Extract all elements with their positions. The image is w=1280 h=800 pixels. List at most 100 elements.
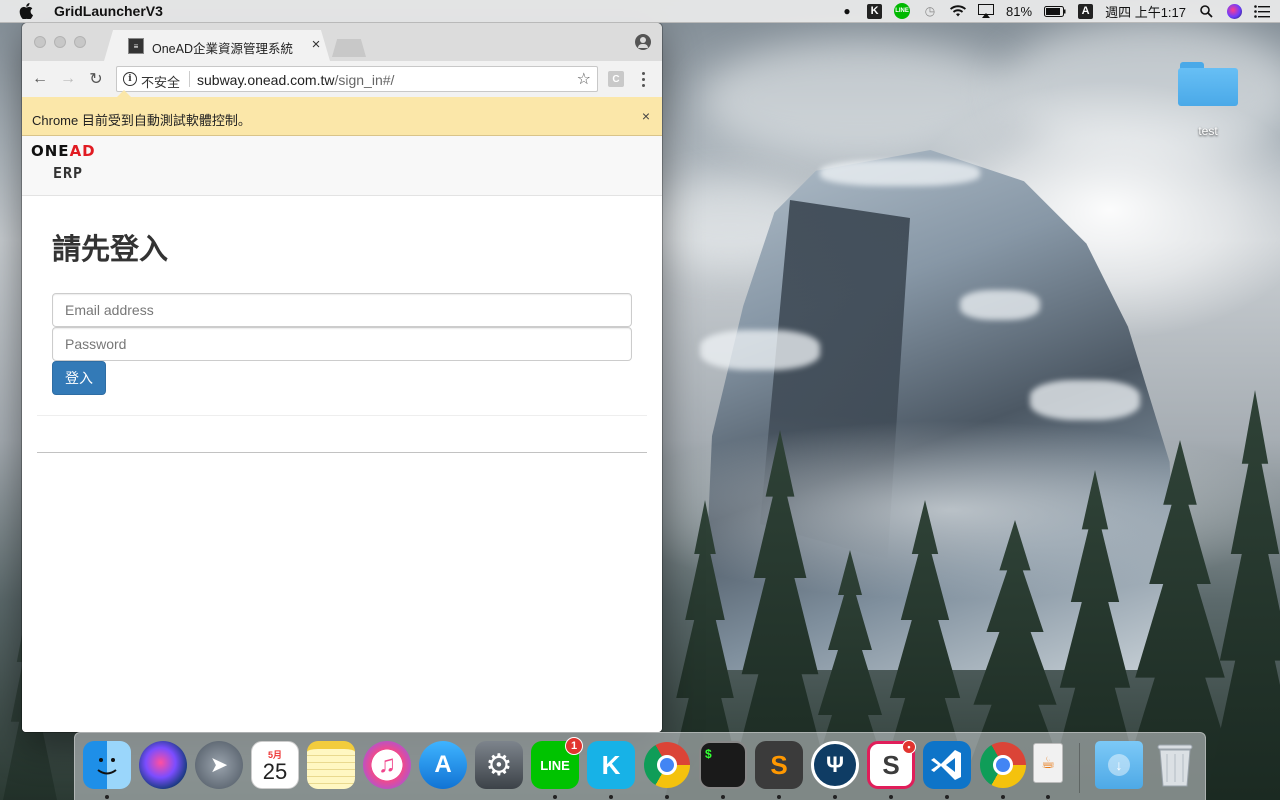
running-indicator xyxy=(609,795,613,799)
site-header: ONEAD ERP xyxy=(22,136,662,196)
dock-trash[interactable] xyxy=(1151,741,1199,789)
tab-close-icon[interactable]: × xyxy=(308,35,324,53)
chrome-logo-icon xyxy=(644,742,690,788)
new-tab-button[interactable] xyxy=(332,39,366,57)
notification-badge: • xyxy=(902,740,916,754)
notification-center-icon[interactable] xyxy=(1254,3,1270,19)
wifi-icon[interactable] xyxy=(950,3,967,19)
apple-menu-icon[interactable] xyxy=(18,2,34,20)
running-indicator xyxy=(889,795,893,799)
running-indicator xyxy=(1001,795,1005,799)
footer-divider xyxy=(37,452,647,453)
chrome-logo-icon xyxy=(980,742,1026,788)
reload-icon[interactable]: ↻ xyxy=(86,69,106,89)
menu-bar: GridLauncherV3 ● K LINE ◷ 81% A 週四 上午1:1… xyxy=(0,0,1280,23)
dock-java[interactable]: ☕ xyxy=(1033,743,1063,783)
desktop-folder-label: test xyxy=(1198,124,1218,138)
tree-icon: Ψ xyxy=(826,752,844,777)
gear-icon: ⚙ xyxy=(485,748,513,782)
dock-kodi[interactable]: K xyxy=(587,741,635,789)
siri-icon[interactable] xyxy=(1226,3,1242,19)
running-indicator xyxy=(1046,795,1050,799)
dock-sublime-text[interactable]: S xyxy=(755,741,803,789)
terminal-prompt: $ xyxy=(705,747,712,761)
omnibox-divider xyxy=(189,71,190,87)
vscode-logo-icon xyxy=(931,750,961,780)
info-icon[interactable]: i xyxy=(123,72,137,86)
bookmark-star-icon[interactable]: ☆ xyxy=(577,69,591,89)
app-store-icon: A xyxy=(434,751,452,778)
battery-icon[interactable] xyxy=(1044,3,1066,19)
window-titlebar: ≡ OneAD企業資源管理系統 × xyxy=(22,23,662,61)
download-arrow-icon: ↓ xyxy=(1108,754,1130,776)
infobar-pointer xyxy=(116,90,132,98)
active-app-name[interactable]: GridLauncherV3 xyxy=(54,3,163,19)
page-title: 請先登入 xyxy=(52,234,169,266)
dock-itunes[interactable]: ♫ xyxy=(363,741,411,789)
address-bar[interactable]: i 不安全 subway.onead.com.tw/sign_in#/ ☆ xyxy=(116,66,598,92)
kodi-status-icon[interactable]: K xyxy=(867,3,883,19)
dock-siri[interactable] xyxy=(139,741,187,789)
forward-arrow-icon[interactable]: → xyxy=(58,69,78,89)
chrome-menu-icon[interactable] xyxy=(636,69,650,89)
dock-terminal[interactable]: $ xyxy=(699,741,747,789)
running-indicator xyxy=(105,795,109,799)
menu-clock[interactable]: 週四 上午1:17 xyxy=(1105,2,1186,21)
extension-icon[interactable]: C xyxy=(608,71,624,87)
infobar-close-icon[interactable]: × xyxy=(642,108,650,124)
dock-downloads[interactable]: ↓ xyxy=(1095,741,1143,789)
dock-notes[interactable] xyxy=(307,741,355,789)
page-content: ONEAD ERP 請先登入 登入 xyxy=(22,136,662,732)
airplay-icon[interactable] xyxy=(978,3,995,19)
url-text[interactable]: subway.onead.com.tw/sign_in#/ xyxy=(197,72,394,88)
security-indicator[interactable]: 不安全 xyxy=(141,72,180,91)
running-indicator xyxy=(833,795,837,799)
running-indicator xyxy=(553,795,557,799)
url-host: subway.onead.com.tw xyxy=(197,72,335,88)
time-machine-icon[interactable]: ◷ xyxy=(922,3,938,19)
chrome-window: ≡ OneAD企業資源管理系統 × ← → ↻ i 不安全 subway.one… xyxy=(22,23,662,732)
sublime-app-label: S xyxy=(770,749,788,780)
running-indicator xyxy=(777,795,781,799)
dock-visual-studio-code[interactable] xyxy=(923,741,971,789)
logo-erp: ERP xyxy=(53,164,84,182)
profile-avatar-icon[interactable] xyxy=(635,34,651,50)
slack-app-label: S xyxy=(882,749,900,780)
dock-separator xyxy=(1079,743,1080,793)
window-close-button[interactable] xyxy=(34,36,46,48)
dock-system-preferences[interactable]: ⚙ xyxy=(475,741,523,789)
gamepad-icon[interactable]: ● xyxy=(839,3,855,19)
dock-calendar[interactable]: 5月 25 xyxy=(251,741,299,789)
running-indicator xyxy=(945,795,949,799)
trash-icon xyxy=(1157,744,1193,787)
dock-sourcetree[interactable]: Ψ xyxy=(811,741,859,789)
line-app-label: LINE xyxy=(540,757,570,773)
running-indicator xyxy=(721,795,725,799)
dock-line[interactable]: LINE 1 xyxy=(531,737,583,789)
dock-slack[interactable]: S • xyxy=(867,740,916,789)
back-arrow-icon[interactable]: ← xyxy=(30,69,50,89)
dock-finder[interactable] xyxy=(83,741,131,789)
onead-logo[interactable]: ONEAD xyxy=(31,142,96,160)
window-minimize-button[interactable] xyxy=(54,36,66,48)
spotlight-search-icon[interactable] xyxy=(1198,3,1214,19)
dock-google-chrome[interactable] xyxy=(643,741,691,789)
status-menus: ● K LINE ◷ 81% A 週四 上午1:17 xyxy=(839,0,1270,22)
dock: ➤ 5月 25 ♫ A ⚙ LINE 1 K $ S Ψ S • ☕ ↓ xyxy=(74,732,1206,800)
dock-google-chrome-2[interactable] xyxy=(979,741,1027,789)
login-button[interactable]: 登入 xyxy=(52,361,106,395)
kodi-app-label: K xyxy=(601,749,621,780)
line-status-icon[interactable]: LINE xyxy=(894,3,911,19)
folder-icon xyxy=(1178,58,1238,106)
window-zoom-button[interactable] xyxy=(74,36,86,48)
logo-ad: AD xyxy=(69,142,96,160)
email-field[interactable] xyxy=(52,293,632,327)
divider xyxy=(37,415,647,416)
desktop-folder-test[interactable]: test xyxy=(1172,58,1244,138)
logo-one: ONE xyxy=(31,142,70,160)
input-source-icon[interactable]: A xyxy=(1078,3,1094,19)
dock-launchpad[interactable]: ➤ xyxy=(195,741,243,789)
password-field[interactable] xyxy=(52,327,632,361)
running-indicator xyxy=(665,795,669,799)
dock-app-store[interactable]: A xyxy=(419,741,467,789)
